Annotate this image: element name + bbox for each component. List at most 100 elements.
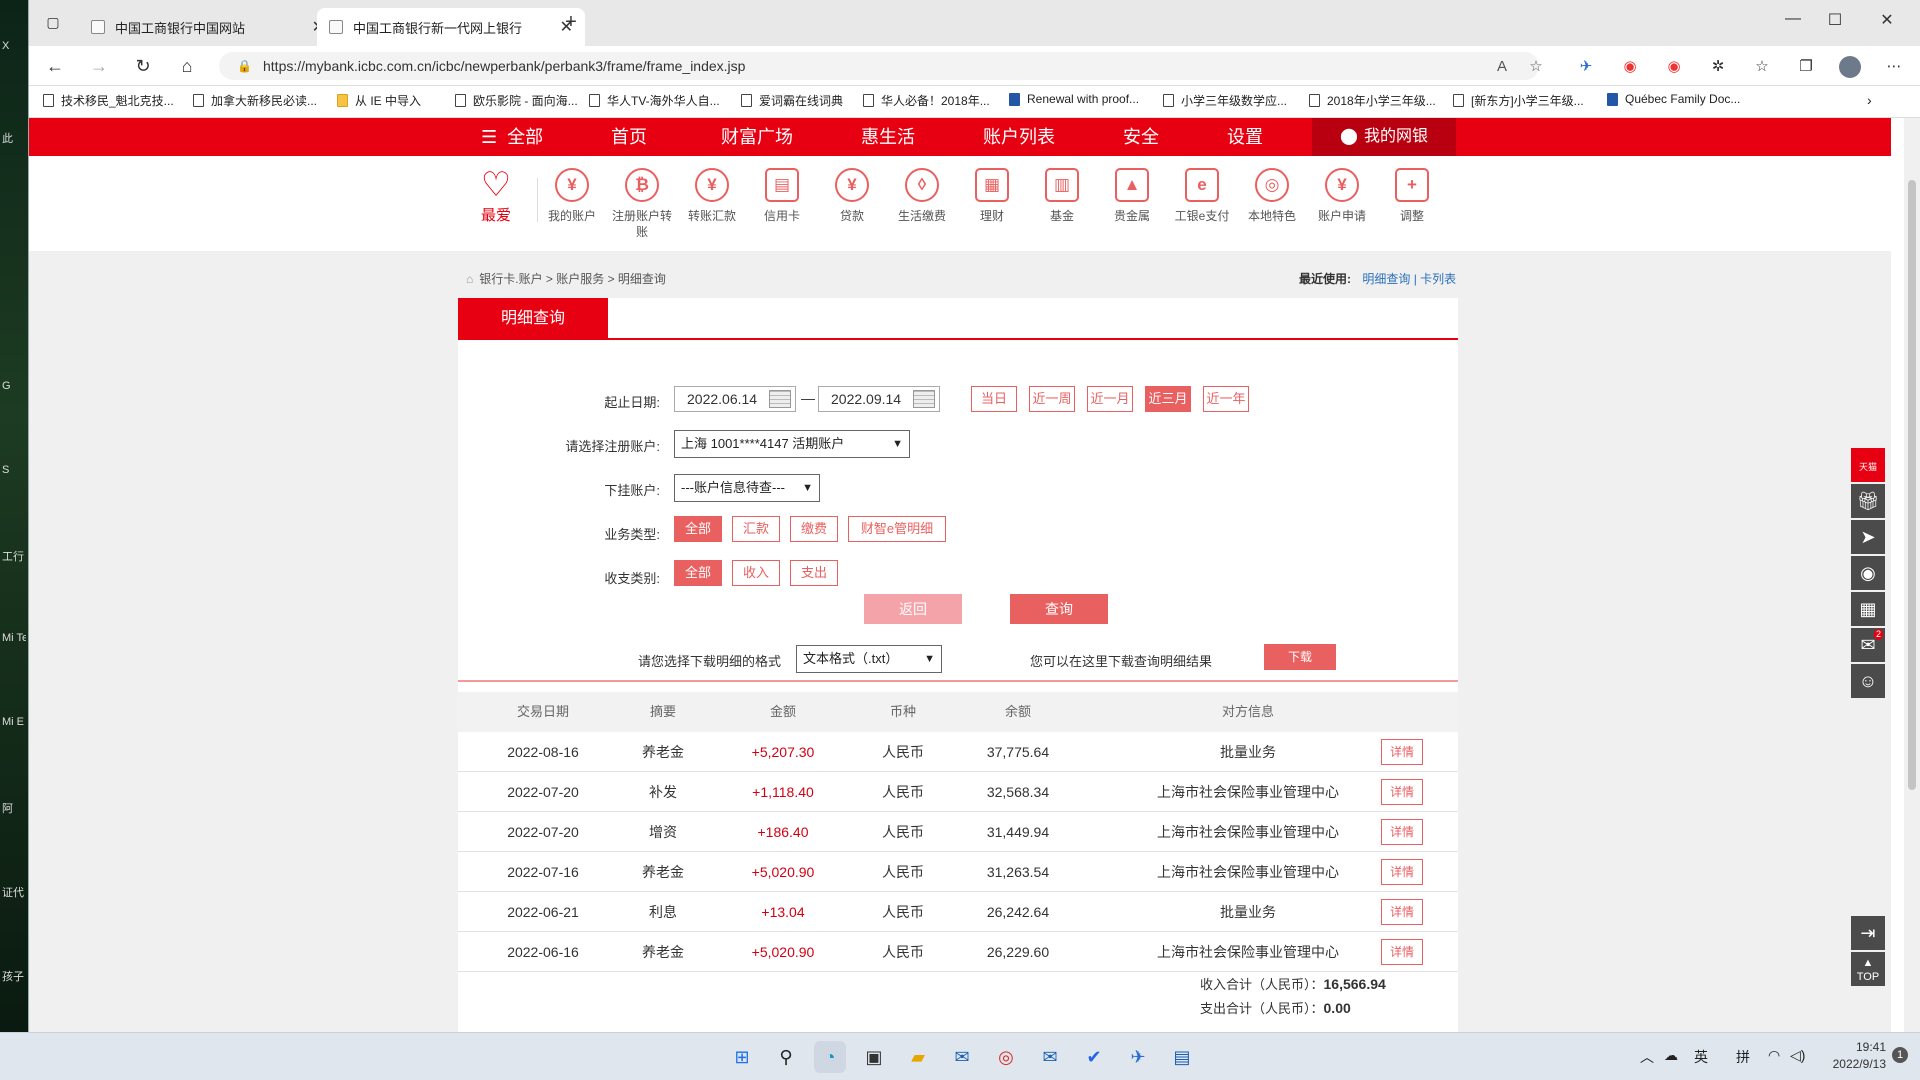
nav-life[interactable]: 惠生活 xyxy=(861,118,915,156)
range-today-button[interactable]: 当日 xyxy=(971,386,1017,412)
notepad-icon[interactable]: ▤ xyxy=(1166,1041,1198,1073)
detail-button[interactable]: 详情 xyxy=(1381,779,1423,805)
recent-link-detail-query[interactable]: 明细查询 xyxy=(1362,272,1410,286)
chrome-icon[interactable]: ◎ xyxy=(990,1041,1022,1073)
account-select[interactable]: 上海 1001****4147 活期账户 ▼ xyxy=(674,430,910,458)
home-icon[interactable]: ⌂ xyxy=(466,272,473,286)
bookmark-item[interactable]: [新东方]小学三年级... xyxy=(1453,92,1584,109)
desktop-label[interactable]: G xyxy=(2,380,26,392)
scroll-thumb[interactable] xyxy=(1908,180,1916,790)
io-income-button[interactable]: 收入 xyxy=(732,560,780,586)
range-month-button[interactable]: 近一月 xyxy=(1087,386,1133,412)
bookmark-item[interactable]: 爱词霸在线词典 xyxy=(741,92,843,109)
wifi-icon[interactable]: ◠ xyxy=(1768,1047,1780,1064)
reload-icon[interactable]: ↻ xyxy=(131,54,155,78)
quick-epay[interactable]: e 工银e支付 xyxy=(1171,168,1233,224)
tab-detail-query[interactable]: 明细查询 xyxy=(458,298,608,340)
detail-button[interactable]: 详情 xyxy=(1381,819,1423,845)
back-button[interactable]: 返回 xyxy=(864,594,962,624)
bookmark-item[interactable]: 华人TV-海外华人自... xyxy=(589,92,720,109)
nav-all[interactable]: ☰ 全部 xyxy=(481,118,543,156)
detail-button[interactable]: 详情 xyxy=(1381,739,1423,765)
back-to-top-button[interactable]: ▲ TOP xyxy=(1851,952,1885,986)
notification-badge[interactable]: 1 xyxy=(1892,1047,1908,1063)
desktop-label[interactable]: 此 xyxy=(2,130,26,146)
bookmark-item[interactable]: 加拿大新移民必读... xyxy=(193,92,317,109)
feishu-icon[interactable]: ✈ xyxy=(1122,1041,1154,1073)
tmall-icon[interactable]: 天猫 xyxy=(1851,448,1885,482)
sub-account-select[interactable]: ---账户信息待查--- ▼ xyxy=(674,474,820,502)
edge-icon[interactable]: ◔ xyxy=(814,1041,846,1073)
outlook-icon[interactable]: ✉ xyxy=(946,1041,978,1073)
back-icon[interactable]: ← xyxy=(43,54,67,78)
todo-icon[interactable]: ✔ xyxy=(1078,1041,1110,1073)
bookmarks-overflow-icon[interactable]: › xyxy=(1867,92,1872,108)
read-aloud-icon[interactable]: A xyxy=(1491,56,1513,78)
url-field[interactable]: 🔒 https://mybank.icbc.com.cn/icbc/newper… xyxy=(219,52,1539,80)
mail-app-icon[interactable]: ✉ xyxy=(1034,1041,1066,1073)
start-icon[interactable]: ⊞ xyxy=(726,1041,758,1073)
quick-apply[interactable]: ¥ 账户申请 xyxy=(1311,168,1373,224)
quick-adjust[interactable]: + 调整 xyxy=(1381,168,1443,224)
store-icon[interactable]: ▣ xyxy=(858,1041,890,1073)
close-window-icon[interactable]: ✕ xyxy=(1867,10,1907,30)
end-date-field[interactable]: 2022.09.14 xyxy=(818,386,940,412)
lock-icon[interactable]: 🔒 xyxy=(237,52,252,80)
customer-service-icon[interactable]: ☺ xyxy=(1851,664,1885,698)
io-expense-button[interactable]: 支出 xyxy=(790,560,838,586)
file-explorer-icon[interactable]: ▰ xyxy=(902,1041,934,1073)
quick-finance[interactable]: ▦ 理财 xyxy=(961,168,1023,224)
home-icon[interactable]: ⌂ xyxy=(175,54,199,78)
quick-fund[interactable]: ▥ 基金 xyxy=(1031,168,1093,224)
desktop-label[interactable]: 工行 xyxy=(2,548,26,564)
query-button[interactable]: 查询 xyxy=(1010,594,1108,624)
nav-settings[interactable]: 设置 xyxy=(1227,118,1263,156)
quick-favorites[interactable]: ♡ 最爱 xyxy=(465,168,527,224)
ime-mode[interactable]: 拼 xyxy=(1736,1047,1750,1067)
quick-my-account[interactable]: ¥ 我的账户 xyxy=(541,168,603,224)
extension-icon[interactable]: ◉ xyxy=(1663,56,1685,78)
desktop-label[interactable]: 证代 xyxy=(2,884,26,900)
bookmark-item[interactable]: 小学三年级数学应... xyxy=(1163,92,1287,109)
minimize-icon[interactable]: — xyxy=(1773,10,1813,28)
range-week-button[interactable]: 近一周 xyxy=(1029,386,1075,412)
range-year-button[interactable]: 近一年 xyxy=(1203,386,1249,412)
tray-chevron-icon[interactable]: ︿ xyxy=(1640,1047,1654,1067)
nav-wealth[interactable]: 财富广场 xyxy=(721,118,793,156)
biz-all-button[interactable]: 全部 xyxy=(674,516,722,542)
desktop-label[interactable]: 孩子 xyxy=(2,968,26,984)
extension-icon[interactable]: ◉ xyxy=(1619,56,1641,78)
recent-link-card-list[interactable]: 卡列表 xyxy=(1420,272,1456,286)
detail-button[interactable]: 详情 xyxy=(1381,859,1423,885)
add-favorite-icon[interactable]: ☆ xyxy=(1525,56,1547,78)
bookmark-item[interactable]: Québec Family Doc... xyxy=(1607,92,1740,106)
calendar-icon[interactable] xyxy=(769,390,791,408)
collapse-icon[interactable]: ⇥ xyxy=(1851,916,1885,950)
bookmark-item[interactable]: 华人必备！2018年... xyxy=(863,92,990,109)
tab-icbc-bank[interactable]: 中国工商银行新一代网上银行 ✕ xyxy=(317,8,585,46)
extension-icon[interactable]: ✈ xyxy=(1575,56,1597,78)
desktop-label[interactable]: Mi E xyxy=(2,716,26,728)
quick-precious-metal[interactable]: ▲ 贵金属 xyxy=(1101,168,1163,224)
tab-actions-icon[interactable]: ▢ xyxy=(43,12,63,32)
bookmark-item[interactable]: 从 IE 中导入 xyxy=(337,92,421,109)
camera-icon[interactable]: ◉ xyxy=(1851,556,1885,590)
start-date-field[interactable]: 2022.06.14 xyxy=(674,386,796,412)
favorites-icon[interactable]: ☆ xyxy=(1751,56,1773,78)
weather-icon[interactable]: ☁ xyxy=(1664,1047,1678,1064)
quick-registered-transfer[interactable]: ₿ 注册账户转账 xyxy=(611,168,673,240)
page-scrollbar[interactable] xyxy=(1904,118,1920,1032)
more-menu-icon[interactable]: ⋯ xyxy=(1883,56,1905,78)
send-icon[interactable]: ➤ xyxy=(1851,520,1885,554)
input-lang[interactable]: 英 xyxy=(1694,1047,1708,1067)
clock[interactable]: 19:41 2022/9/13 xyxy=(1820,1039,1886,1073)
biz-payment-button[interactable]: 缴费 xyxy=(790,516,838,542)
calendar-icon[interactable] xyxy=(913,390,935,408)
nav-home[interactable]: 首页 xyxy=(611,118,647,156)
bookmark-item[interactable]: 2018年小学三年级... xyxy=(1309,92,1436,109)
quick-remit[interactable]: ¥ 转账汇款 xyxy=(681,168,743,224)
extensions-icon[interactable]: ✲ xyxy=(1707,56,1729,78)
bookmark-item[interactable]: 欧乐影院 - 面向海... xyxy=(455,92,578,109)
my-bank-button[interactable]: ⬤ 我的网银 xyxy=(1312,118,1456,156)
forward-icon[interactable]: → xyxy=(87,54,111,78)
